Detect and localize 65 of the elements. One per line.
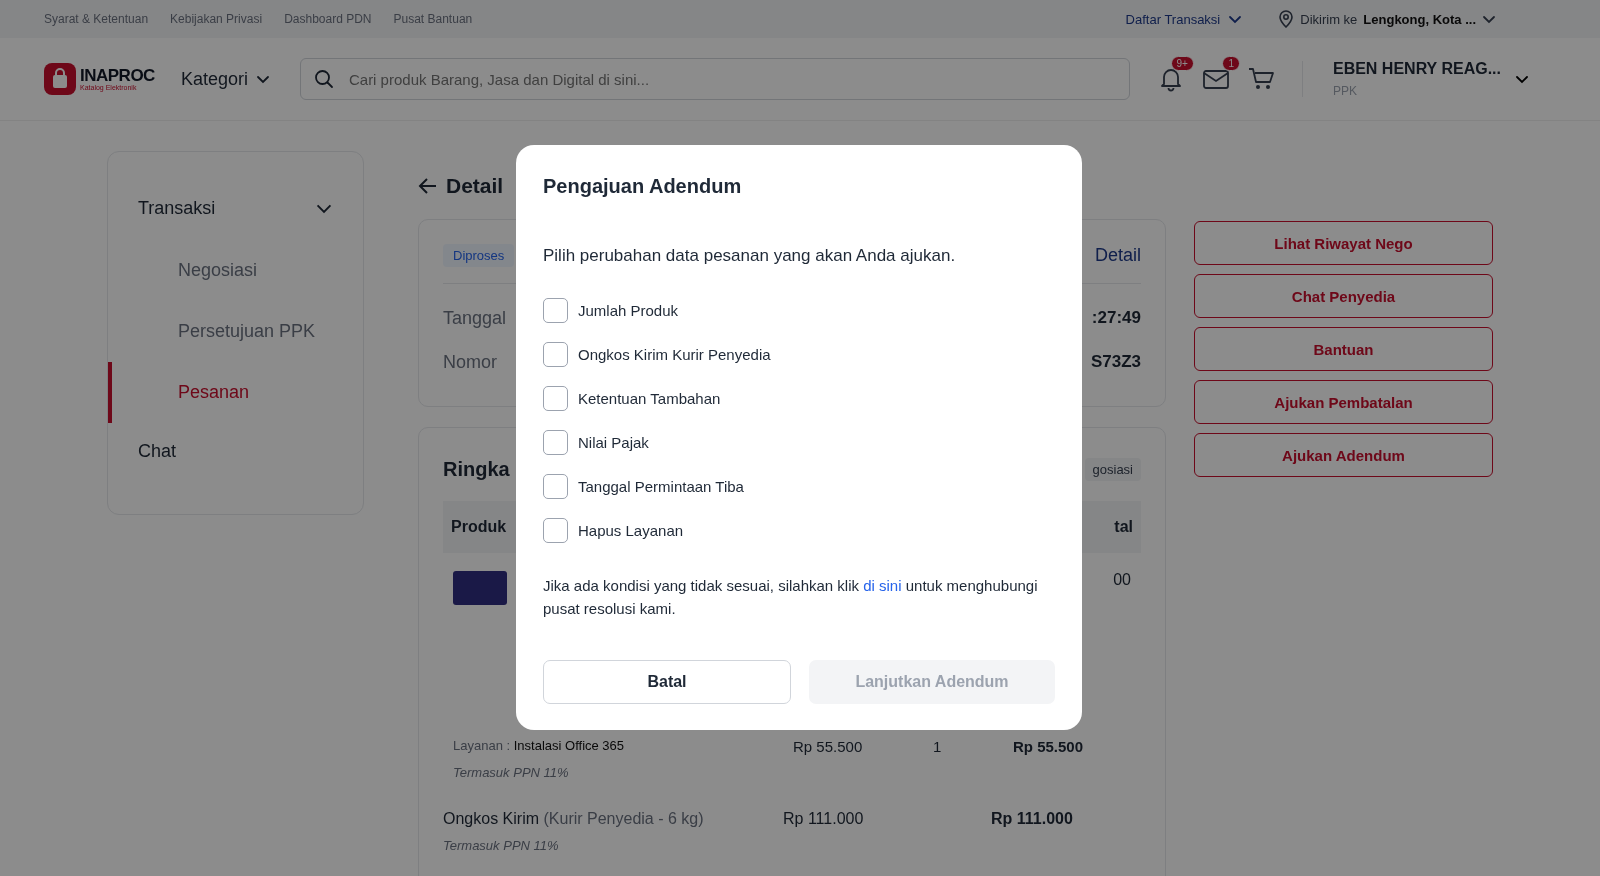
field-label: Tanggal	[443, 307, 507, 329]
cancel-button[interactable]: Batal	[543, 660, 791, 704]
back-arrow-icon[interactable]	[418, 177, 438, 195]
action-button[interactable]: Ajukan Adendum	[1194, 433, 1493, 477]
search-icon	[313, 69, 334, 89]
checkbox-label: Ongkos Kirim Kurir Penyedia	[578, 345, 771, 363]
action-button[interactable]: Lihat Riwayat Nego	[1194, 221, 1493, 265]
service-label: Layanan : Instalasi Office 365	[453, 738, 626, 755]
logo-text: INAPROC	[80, 67, 155, 84]
action-button[interactable]: Ajukan Pembatalan	[1194, 380, 1493, 424]
sidebar-item[interactable]: Transaksi	[108, 188, 363, 228]
checkbox-label: Hapus Layanan	[578, 521, 684, 539]
checkbox[interactable]	[543, 429, 568, 455]
checkbox-label: Tanggal Permintaan Tiba	[578, 477, 744, 495]
detail-link[interactable]: Detail	[1094, 245, 1141, 266]
ship-location[interactable]: Lengkong, Kota ...	[1363, 11, 1476, 27]
ship-label: Dikirim ke	[1300, 11, 1358, 27]
dialog-prompt: Pilih perubahan data pesanan yang akan Anda ajukan.	[543, 246, 957, 266]
tax-note: Termasuk PPN 11%	[443, 838, 560, 853]
transactions-menu[interactable]: Daftar Transaksi	[1125, 11, 1243, 27]
sidebar-subitem[interactable]: Pesanan	[108, 362, 363, 423]
column-header: Produk	[451, 518, 507, 536]
card-title: Ringka	[443, 458, 510, 481]
footer-link[interactable]: Kebijakan Privasi	[170, 12, 263, 26]
help-text: Jika ada kondisi yang tidak sesuai, silahkan klik di sini untuk menghubungi pusat resolusi kami.	[543, 576, 1039, 619]
checkbox-label: Nilai Pajak	[578, 433, 649, 451]
sidebar-subitem[interactable]: Persetujuan PPK	[108, 301, 363, 362]
checkbox-label: Ketentuan Tambahan	[578, 389, 721, 407]
product-photo-placeholder	[453, 571, 507, 605]
checkbox[interactable]	[543, 297, 568, 323]
location-pin-icon	[1278, 10, 1295, 28]
dialog-title: Pengajuan Adendum	[543, 175, 743, 198]
field-value: S73Z3	[1090, 352, 1141, 372]
tax-note: Termasuk PPN 11%	[453, 765, 570, 780]
category-menu[interactable]: Kategori	[180, 68, 270, 90]
status-badge: Diproses	[443, 244, 515, 267]
checkbox[interactable]	[543, 341, 568, 367]
notification-badge: 9+	[1170, 56, 1194, 71]
status-badge: gosiasi	[1084, 458, 1141, 481]
action-button[interactable]: Chat Penyedia	[1194, 274, 1493, 318]
footer-link[interactable]: Pusat Bantuan	[393, 12, 473, 26]
message-badge: 1	[1222, 56, 1240, 71]
search-field[interactable]: Cari produk Barang, Jasa dan Digital di sini...	[299, 58, 1130, 100]
table-cell-text: Rp 111.000	[991, 810, 1074, 828]
checkbox[interactable]	[543, 385, 568, 411]
checkbox[interactable]	[543, 517, 568, 543]
column-header: tal	[1114, 518, 1133, 536]
cart-icon[interactable]	[1247, 66, 1276, 92]
table-cell: 00	[1113, 571, 1131, 589]
field-label: Nomor	[443, 351, 497, 373]
footer-link[interactable]: Syarat & Ketentuan	[44, 12, 149, 26]
table-cell-text: Rp 55.500	[1013, 738, 1085, 755]
table-cell-text: 1	[933, 738, 943, 755]
help-link[interactable]: di sini	[863, 577, 902, 594]
sidebar-subitem[interactable]: Negosiasi	[108, 240, 363, 301]
table-cell-text: Rp 111.000	[783, 810, 865, 828]
action-button[interactable]: Bantuan	[1194, 327, 1493, 371]
checkbox-label: Jumlah Produk	[578, 301, 679, 319]
sidebar-item[interactable]: Chat	[108, 431, 363, 471]
footer-link[interactable]: Dashboard PDN	[284, 12, 372, 26]
shipping-label: Ongkos Kirim (Kurir Penyedia - 6 kg)	[443, 810, 705, 828]
checkbox[interactable]	[543, 473, 568, 499]
table-cell-text: Rp 55.500	[793, 738, 864, 755]
field-value: :27:49	[1091, 308, 1141, 328]
page-title: Detail	[446, 174, 504, 198]
